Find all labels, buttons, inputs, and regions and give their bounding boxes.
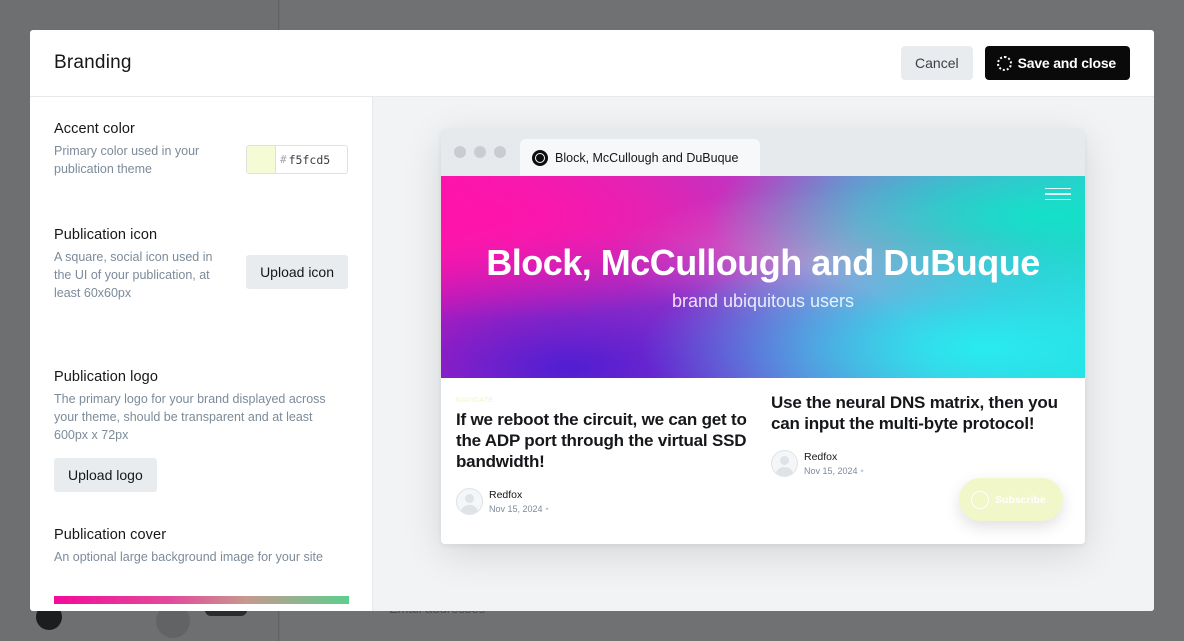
site-preview-area: Block, McCullough and DuBuque Block, McC… (373, 97, 1154, 611)
post-meta: Nov 15, 2024 • (804, 466, 864, 476)
post-tag: NAVIGATE (456, 397, 494, 404)
accent-color-title: Accent color (54, 121, 135, 137)
post-date: Nov 15, 2024 (804, 466, 858, 476)
post-author: Redfox Nov 15, 2024 • (771, 450, 1071, 477)
post-date: Nov 15, 2024 (489, 504, 543, 514)
portal-icon (971, 490, 989, 509)
site-description: brand ubiquitous users (671, 291, 855, 311)
accent-color-setting: Accent color Primary color used in your … (54, 121, 348, 227)
author-name: Redfox (804, 451, 838, 463)
modal-body: Accent color Primary color used in your … (30, 97, 1154, 611)
browser-preview: Block, McCullough and DuBuque Block, McC… (441, 129, 1085, 544)
publication-logo-setting: Publication logo The primary logo for yo… (54, 369, 348, 527)
publication-logo-description: The primary logo for your brand displaye… (54, 392, 326, 442)
browser-toolbar: Block, McCullough and DuBuque (441, 129, 1085, 176)
settings-sidebar[interactable]: Accent color Primary color used in your … (30, 97, 373, 611)
browser-tab: Block, McCullough and DuBuque (520, 139, 760, 176)
window-dot-icon (474, 146, 486, 158)
author-name: Redfox (489, 489, 523, 501)
menu-icon (1045, 188, 1071, 200)
post-meta: Nov 15, 2024 • (489, 504, 549, 514)
meta-separator: • (545, 504, 549, 514)
author-avatar-icon (771, 450, 798, 477)
accent-color-description: Primary color used in your publication t… (54, 144, 200, 176)
subscribe-label: Subscribe (995, 493, 1046, 506)
save-and-close-button[interactable]: Save and close (984, 46, 1130, 80)
author-avatar-icon (456, 488, 483, 515)
publication-icon-description: A square, social icon used in the UI of … (54, 250, 213, 300)
publication-cover-title: Publication cover (54, 527, 167, 543)
meta-separator: • (860, 466, 864, 476)
upload-logo-button[interactable]: Upload logo (54, 458, 157, 492)
hash-prefix: # (280, 153, 287, 166)
publication-cover-description: An optional large background image for y… (54, 550, 323, 564)
cover-image-preview[interactable] (54, 596, 349, 604)
cancel-button[interactable]: Cancel (901, 46, 973, 80)
subscribe-button: Subscribe (959, 478, 1063, 521)
window-dot-icon (494, 146, 506, 158)
accent-color-swatch[interactable] (247, 146, 276, 173)
post-title: If we reboot the circuit, we can get to … (456, 410, 747, 471)
post-title: Use the neural DNS matrix, then you can … (771, 393, 1058, 433)
header-actions: Cancel Save and close (901, 46, 1130, 80)
post-author: Redfox Nov 15, 2024 • (456, 488, 756, 515)
modal-title: Branding (54, 52, 132, 73)
site-hero: Block, McCullough and DuBuque brand ubiq… (441, 176, 1085, 378)
loading-spinner-icon (996, 55, 1012, 71)
upload-icon-button[interactable]: Upload icon (246, 255, 348, 289)
accent-color-input[interactable]: # f5fcd5 (246, 145, 348, 174)
accent-color-hex[interactable]: f5fcd5 (289, 153, 331, 167)
save-button-label: Save and close (1017, 55, 1117, 71)
publication-icon-setting: Publication icon A square, social icon u… (54, 227, 348, 369)
branding-modal: Branding Cancel Save and close Accent co… (30, 30, 1154, 611)
site-favicon-icon (532, 149, 548, 166)
window-dot-icon (454, 146, 466, 158)
site-title: Block, McCullough and DuBuque (486, 242, 1040, 283)
publication-cover-setting: Publication cover An optional large back… (54, 527, 348, 566)
browser-tab-title: Block, McCullough and DuBuque (555, 150, 739, 165)
post-card: Use the neural DNS matrix, then you can … (771, 378, 1071, 477)
modal-header: Branding Cancel Save and close (30, 30, 1154, 97)
publication-icon-title: Publication icon (54, 227, 158, 243)
post-card: NAVIGATE If we reboot the circuit, we ca… (456, 378, 756, 515)
publication-logo-title: Publication logo (54, 369, 158, 385)
